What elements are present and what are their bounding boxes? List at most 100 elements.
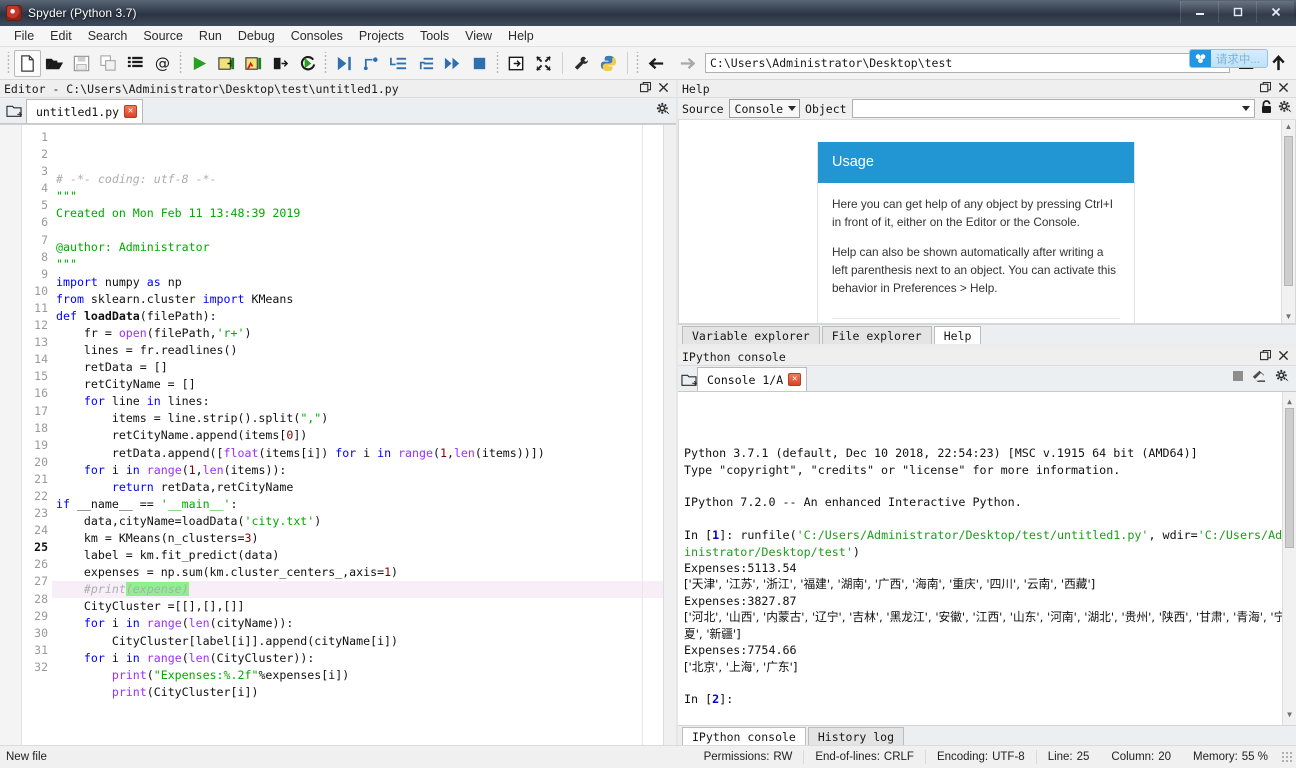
menu-tools[interactable]: Tools	[412, 27, 457, 45]
editor-vertical-scrollbar[interactable]	[663, 125, 676, 745]
toolbar-grip[interactable]	[7, 52, 11, 74]
code-line[interactable]: retCityName = []	[52, 376, 676, 393]
console-tab-1a[interactable]: Console 1/A ✕	[697, 367, 808, 391]
code-editor[interactable]: 1 2 3 4 5 6 7 8 9 10 11 12 13 14 15 16 17 18 19 20 21 22 23 24 2…	[0, 124, 676, 745]
close-console-tab-icon[interactable]: ✕	[788, 373, 802, 386]
menu-help[interactable]: Help	[500, 27, 542, 45]
maximize-button[interactable]	[1218, 1, 1256, 23]
stop-square-icon[interactable]	[1232, 370, 1244, 385]
code-line[interactable]: """	[52, 188, 676, 205]
back-arrow-icon[interactable]	[643, 50, 670, 77]
menu-source[interactable]: Source	[135, 27, 191, 45]
toolbar-grip-4[interactable]	[496, 52, 500, 74]
console-options-gear-icon[interactable]	[1275, 369, 1289, 386]
console-output[interactable]: ▲ ▼ Python 3.7.1 (default, Dec 10 2018, …	[678, 392, 1296, 725]
scrollbar-thumb[interactable]	[1284, 136, 1293, 286]
close-pane-icon[interactable]	[658, 82, 669, 96]
close-pane-icon[interactable]	[1278, 82, 1289, 96]
code-line[interactable]: return retData,retCityName	[52, 479, 676, 496]
code-line[interactable]: CityCluster[label[i]].append(cityName[i]…	[52, 633, 676, 650]
minimize-button[interactable]	[1180, 1, 1218, 23]
step-over-icon[interactable]	[358, 50, 385, 77]
tab-history-log[interactable]: History log	[807, 727, 905, 745]
code-line[interactable]: from sklearn.cluster import KMeans	[52, 291, 676, 308]
scroll-down-icon[interactable]: ▼	[1287, 705, 1292, 725]
run-selection-icon[interactable]	[267, 50, 294, 77]
browse-consoles-icon[interactable]	[681, 373, 698, 391]
chevron-down-icon[interactable]	[1242, 106, 1250, 111]
code-text-area[interactable]: # -*- coding: utf-8 -*- """ Created on Mon…	[52, 125, 676, 745]
close-button[interactable]	[1256, 1, 1294, 23]
menu-edit[interactable]: Edit	[42, 27, 80, 45]
tab-help[interactable]: Help	[933, 326, 982, 344]
forward-arrow-icon[interactable]	[674, 50, 701, 77]
file-list-icon[interactable]	[122, 50, 149, 77]
help-source-select[interactable]: Console	[728, 99, 801, 118]
code-line[interactable]: Created on Mon Feb 11 13:48:39 2019	[52, 205, 676, 222]
stop-debug-icon[interactable]	[466, 50, 493, 77]
fullscreen-icon[interactable]	[530, 50, 557, 77]
step-return-icon[interactable]	[412, 50, 439, 77]
chevron-down-icon[interactable]	[788, 106, 797, 111]
code-line[interactable]: items = line.strip().split(",")	[52, 410, 676, 427]
tab-variable-explorer[interactable]: Variable explorer	[682, 326, 820, 344]
close-tab-icon[interactable]: ✕	[124, 105, 138, 118]
code-line[interactable]: def loadData(filePath):	[52, 308, 676, 325]
code-line[interactable]: print("Expenses:%.2f"%expenses[i])	[52, 667, 676, 684]
code-line[interactable]: #print(expense)	[52, 581, 676, 599]
code-line[interactable]: for i in range(len(CityCluster)):	[52, 650, 676, 667]
code-line[interactable]: CityCluster =[[],[],[]]	[52, 598, 676, 615]
code-line[interactable]: print(CityCluster[i])	[52, 684, 676, 701]
menu-view[interactable]: View	[457, 27, 500, 45]
menu-run[interactable]: Run	[191, 27, 230, 45]
step-into-icon[interactable]	[385, 50, 412, 77]
network-request-badge[interactable]: 请求中...	[1188, 49, 1268, 68]
parent-directory-icon[interactable]	[1265, 50, 1292, 77]
toolbar-grip-5[interactable]	[636, 52, 640, 74]
code-line[interactable]: expenses = np.sum(km.cluster_centers_,ax…	[52, 564, 676, 581]
browse-tabs-icon[interactable]	[2, 99, 26, 123]
code-line[interactable]: """	[52, 256, 676, 273]
menu-file[interactable]: File	[6, 27, 42, 45]
editor-gutter[interactable]	[0, 125, 22, 745]
code-line[interactable]: km = KMeans(n_clusters=3)	[52, 530, 676, 547]
undock-icon[interactable]	[639, 81, 652, 96]
run-icon[interactable]	[186, 50, 213, 77]
tab-file-explorer[interactable]: File explorer	[821, 326, 932, 344]
console-vertical-scrollbar[interactable]: ▲ ▼	[1282, 392, 1296, 725]
save-file-icon[interactable]	[68, 50, 95, 77]
working-directory-combo[interactable]: C:\Users\Administrator\Desktop\test	[705, 53, 1230, 73]
eraser-icon[interactable]	[1252, 370, 1267, 386]
code-line[interactable]	[52, 701, 676, 718]
close-pane-icon[interactable]	[1278, 350, 1289, 364]
code-line[interactable]: lines = fr.readlines()	[52, 342, 676, 359]
help-vertical-scrollbar[interactable]: ▲ ▼	[1281, 120, 1295, 323]
code-line[interactable]: @author: Administrator	[52, 239, 676, 256]
code-line[interactable]: label = km.fit_predict(data)	[52, 547, 676, 564]
code-line[interactable]: for i in range(1,len(items)):	[52, 462, 676, 479]
toolbar-grip-3[interactable]	[324, 52, 328, 74]
code-line[interactable]: fr = open(filePath,'r+')	[52, 325, 676, 342]
run-cell-icon[interactable]	[213, 50, 240, 77]
tab-ipython-console[interactable]: IPython console	[682, 727, 806, 745]
code-line[interactable]: # -*- coding: utf-8 -*-	[52, 171, 676, 188]
code-line[interactable]: import numpy as np	[52, 274, 676, 291]
code-line[interactable]: retData = []	[52, 359, 676, 376]
code-line[interactable]: for line in lines:	[52, 393, 676, 410]
undock-icon[interactable]	[1259, 81, 1272, 96]
at-sign-icon[interactable]: @	[149, 50, 176, 77]
code-line[interactable]: if __name__ == '__main__':	[52, 496, 676, 513]
maximize-pane-icon[interactable]	[503, 50, 530, 77]
code-line[interactable]	[52, 222, 676, 239]
open-file-icon[interactable]	[41, 50, 68, 77]
resize-grip[interactable]	[1281, 751, 1293, 763]
run-cell-advance-icon[interactable]	[240, 50, 267, 77]
help-object-input[interactable]	[851, 99, 1255, 118]
rerun-icon[interactable]	[294, 50, 321, 77]
lock-icon[interactable]	[1260, 100, 1273, 117]
toolbar-grip-2[interactable]	[179, 52, 183, 74]
pythonpath-icon[interactable]	[595, 50, 622, 77]
code-line[interactable]: retCityName.append(items[0])	[52, 427, 676, 444]
scroll-up-icon[interactable]: ▲	[1285, 120, 1293, 133]
code-line[interactable]: data,cityName=loadData('city.txt')	[52, 513, 676, 530]
